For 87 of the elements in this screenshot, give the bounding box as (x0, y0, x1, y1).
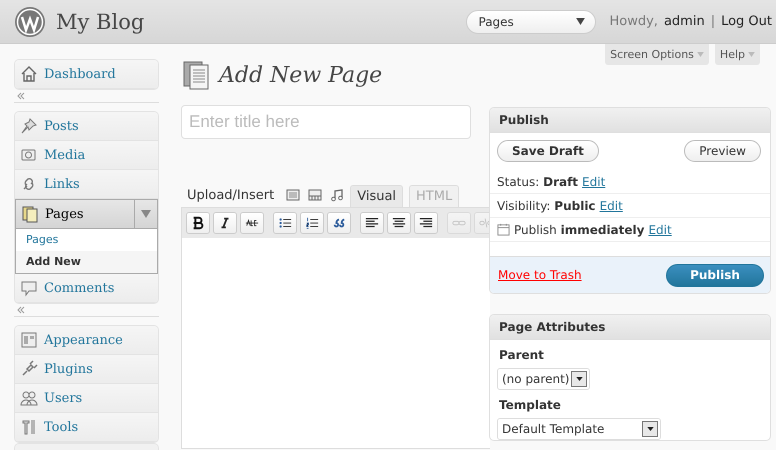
strike-button[interactable] (240, 212, 264, 234)
submenu-item[interactable]: Pages (16, 229, 157, 251)
menu-item[interactable]: Media (15, 141, 158, 170)
box-heading: Page Attributes (490, 315, 770, 340)
edit-link[interactable]: Edit (600, 198, 623, 212)
unlink-icon (479, 216, 490, 230)
menu-item-label: Plugins (44, 362, 94, 376)
title-input[interactable]: Enter title here (181, 105, 471, 139)
menu-item-label: Pages (45, 206, 85, 222)
quote-button[interactable] (327, 212, 351, 234)
caret-icon (646, 427, 654, 431)
site-title[interactable]: My Blog (56, 10, 144, 34)
page-title: Add New Page (219, 62, 382, 88)
separator-text: | (710, 14, 716, 29)
speech-bubble-icon (20, 279, 38, 297)
align-left-icon (365, 216, 379, 230)
menu-item-label: Media (44, 148, 86, 162)
parent-select[interactable]: (no parent) (497, 368, 590, 390)
menu-item[interactable]: Tools (15, 413, 158, 442)
users-icon (20, 389, 38, 407)
caret-icon (576, 377, 583, 381)
italic-button[interactable] (213, 212, 237, 234)
greeting-text: Howdy, (610, 14, 658, 29)
menu-item[interactable]: Plugins (15, 355, 158, 384)
music-note-icon[interactable] (330, 188, 344, 202)
menu-item[interactable]: Pages (15, 199, 158, 229)
align-right-button[interactable] (414, 212, 438, 234)
parent-label: Parent (498, 347, 545, 364)
menu-item[interactable]: Appearance (15, 326, 158, 355)
move-to-trash-link[interactable]: Move to Trash (498, 268, 582, 282)
publish-setting-text: Visibility: Public (497, 198, 596, 212)
menu-item-label: Users (44, 390, 84, 406)
screen-meta-tab[interactable]: Screen Options (605, 44, 709, 65)
publish-setting-text: Status: Draft (497, 174, 578, 188)
edit-link[interactable]: Edit (648, 222, 672, 236)
caret-icon (748, 52, 755, 57)
align-right-icon (419, 216, 433, 230)
menu-item-label: Dashboard (44, 66, 117, 82)
menu-item[interactable]: Dashboard (15, 60, 158, 89)
menu-item-label: Comments (44, 280, 116, 296)
numbers-button[interactable] (300, 212, 324, 234)
caret-icon (576, 18, 584, 25)
bulleted-list-icon (278, 216, 292, 230)
numbered-list-icon (305, 216, 319, 230)
menu-item[interactable]: Users (15, 384, 158, 413)
edit-link[interactable]: Edit (582, 174, 606, 188)
publish-button[interactable]: Publish (666, 264, 764, 286)
video-icon[interactable] (308, 188, 322, 202)
template-select[interactable]: Default Template (497, 418, 661, 440)
screen-meta-tab[interactable]: Help (714, 44, 760, 65)
menu-item[interactable]: Posts (15, 112, 158, 141)
box-heading: Publish (490, 108, 770, 133)
editor-tab[interactable]: Visual (350, 185, 404, 207)
align-center-button[interactable] (387, 212, 411, 234)
menu-item-label: Appearance (44, 332, 124, 348)
quick-menu-dropdown[interactable]: Pages (466, 10, 596, 34)
quote-icon (332, 216, 346, 230)
pages-icon (21, 205, 39, 223)
preview-button[interactable]: Preview (684, 140, 761, 162)
upload-insert-label: Upload/Insert (187, 188, 274, 202)
bullets-button[interactable] (273, 212, 297, 234)
collapse-arrows-icon[interactable] (16, 306, 26, 314)
wordpress-logo-icon (14, 6, 46, 38)
align-center-icon (392, 216, 406, 230)
house-icon (20, 65, 38, 83)
image-icon[interactable] (286, 188, 300, 202)
caret-icon (696, 52, 704, 57)
bold-icon (191, 216, 205, 230)
collapse-arrows-icon[interactable] (16, 92, 26, 100)
caret-icon (141, 210, 151, 218)
align-left-button[interactable] (360, 212, 384, 234)
submenu-item[interactable]: Add New (16, 251, 157, 273)
calendar-icon (497, 223, 510, 236)
plug-icon (20, 360, 38, 378)
menu-item-label: Posts (44, 118, 80, 134)
publish-setting-text: Publish immediately (514, 222, 644, 236)
menu-item-label: Links (44, 176, 81, 192)
menu-item[interactable]: Links (15, 170, 158, 199)
username-link[interactable]: admin (664, 14, 705, 29)
save-draft-button[interactable]: Save Draft (497, 140, 599, 162)
logout-link[interactable]: Log Out (721, 14, 772, 29)
template-label: Template (498, 397, 562, 414)
menu-item-label: Tools (44, 420, 80, 434)
layout-icon (20, 331, 38, 349)
menu-item[interactable]: Comments (15, 274, 158, 303)
bold-button[interactable] (186, 212, 210, 234)
pushpin-icon (20, 117, 38, 135)
